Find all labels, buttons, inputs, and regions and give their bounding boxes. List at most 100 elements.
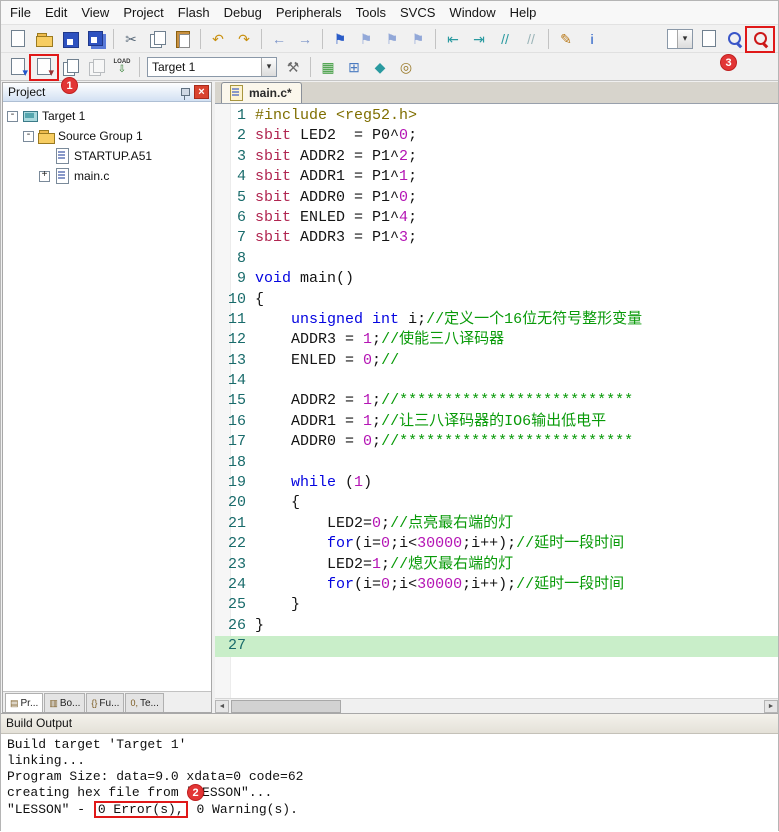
unindent-button[interactable]: ⇤ — [441, 27, 465, 51]
code-line[interactable]: 3sbit ADDR2 = P1^2; — [215, 147, 778, 167]
indent-button[interactable]: ⇥ — [467, 27, 491, 51]
target-select[interactable]: Target 1▾ — [147, 57, 277, 77]
code-line[interactable]: 4sbit ADDR1 = P1^1; — [215, 167, 778, 187]
menu-debug[interactable]: Debug — [217, 2, 269, 23]
line-number[interactable]: 24 — [215, 575, 255, 595]
line-number[interactable]: 20 — [215, 493, 255, 513]
code-line[interactable]: 14 — [215, 371, 778, 391]
code-line[interactable]: 9void main() — [215, 269, 778, 289]
next-bookmark-button[interactable]: ⚑ — [380, 27, 404, 51]
uncomment-selection-button[interactable]: // — [519, 27, 543, 51]
code-line[interactable]: 1#include <reg52.h> — [215, 106, 778, 126]
save-all-button[interactable] — [84, 27, 108, 51]
line-number[interactable]: 5 — [215, 188, 255, 208]
line-number[interactable]: 10 — [215, 290, 255, 310]
code-line[interactable]: 13 ENLED = 0;// — [215, 351, 778, 371]
code-line[interactable]: 5sbit ADDR0 = P1^0; — [215, 188, 778, 208]
menu-view[interactable]: View — [74, 2, 116, 23]
navigate-back-button[interactable]: ← — [267, 27, 291, 51]
code-line[interactable]: 18 — [215, 453, 778, 473]
close-icon[interactable]: × — [194, 85, 209, 99]
scroll-right-icon[interactable]: ► — [764, 700, 778, 713]
batch-build-button[interactable] — [84, 55, 108, 79]
code-line[interactable]: 17 ADDR0 = 0;//*************************… — [215, 432, 778, 452]
tree-item-source-group-1[interactable]: -Source Group 1 — [3, 126, 211, 146]
line-number[interactable]: 15 — [215, 391, 255, 411]
books-button[interactable]: ◎ — [394, 55, 418, 79]
tree-item-startup-a51[interactable]: STARTUP.A51 — [3, 146, 211, 166]
translate-button[interactable] — [6, 55, 30, 79]
options-for-target-button[interactable]: ⚒ — [281, 55, 305, 79]
line-number[interactable]: 19 — [215, 473, 255, 493]
line-number[interactable]: 23 — [215, 555, 255, 575]
line-number[interactable]: 4 — [215, 167, 255, 187]
code-line[interactable]: 26} — [215, 616, 778, 636]
line-number[interactable]: 14 — [215, 371, 255, 391]
line-number[interactable]: 13 — [215, 351, 255, 371]
menu-window[interactable]: Window — [442, 2, 502, 23]
find-button[interactable] — [697, 27, 721, 51]
line-number[interactable]: 17 — [215, 432, 255, 452]
code-line[interactable]: 8 — [215, 249, 778, 269]
menu-flash[interactable]: Flash — [171, 2, 217, 23]
chevron-down-icon[interactable]: ▾ — [261, 58, 276, 76]
code-line[interactable]: 10{ — [215, 290, 778, 310]
panel-tab-te[interactable]: 0,Te... — [125, 693, 163, 712]
previous-bookmark-button[interactable]: ⚑ — [354, 27, 378, 51]
manage-project-items-button[interactable]: ▦ — [316, 55, 340, 79]
menu-svcs[interactable]: SVCS — [393, 2, 442, 23]
build-button[interactable] — [32, 55, 56, 79]
manage-rte-button[interactable]: ⊞ — [342, 55, 366, 79]
collapse-toggle-icon[interactable]: - — [23, 131, 34, 142]
panel-tab-pr[interactable]: ▤Pr... — [5, 693, 43, 712]
line-number[interactable]: 6 — [215, 208, 255, 228]
menu-peripherals[interactable]: Peripherals — [269, 2, 349, 23]
quick-search[interactable]: ▾ — [667, 29, 693, 49]
undo-button[interactable]: ↶ — [206, 27, 230, 51]
menu-tools[interactable]: Tools — [349, 2, 393, 23]
save-button[interactable] — [58, 27, 82, 51]
comment-selection-button[interactable]: // — [493, 27, 517, 51]
code-line[interactable]: 24 for(i=0;i<30000;i++);//延时一段时间 — [215, 575, 778, 595]
line-number[interactable]: 25 — [215, 595, 255, 615]
code-line[interactable]: 25 } — [215, 595, 778, 615]
line-number[interactable]: 22 — [215, 534, 255, 554]
scrollbar-thumb[interactable] — [231, 700, 341, 713]
build-output-body[interactable]: Build target 'Target 1'linking...Program… — [1, 734, 778, 832]
horizontal-scrollbar[interactable]: ◄ ► — [215, 698, 778, 713]
panel-tab-fu[interactable]: {}Fu... — [86, 693, 124, 712]
code-line[interactable]: 11 unsigned int i;//定义一个16位无符号整形变量 — [215, 310, 778, 330]
line-number[interactable]: 3 — [215, 147, 255, 167]
line-number[interactable]: 8 — [215, 249, 255, 269]
tree-item-main-c[interactable]: +main.c — [3, 166, 211, 186]
code-line[interactable]: 21 LED2=0;//点亮最右端的灯 — [215, 514, 778, 534]
menu-file[interactable]: File — [3, 2, 38, 23]
paste-button[interactable] — [171, 27, 195, 51]
menu-help[interactable]: Help — [503, 2, 544, 23]
collapse-toggle-icon[interactable]: - — [7, 111, 18, 122]
copy-button[interactable] — [145, 27, 169, 51]
open-file-button[interactable] — [32, 27, 56, 51]
line-number[interactable]: 9 — [215, 269, 255, 289]
line-number[interactable]: 2 — [215, 126, 255, 146]
rebuild-button[interactable] — [58, 55, 82, 79]
code-line[interactable]: 6sbit ENLED = P1^4; — [215, 208, 778, 228]
navigate-forward-button[interactable]: → — [293, 27, 317, 51]
line-number[interactable]: 11 — [215, 310, 255, 330]
editor-tab-main-c[interactable]: main.c* — [221, 82, 302, 103]
expand-toggle-icon[interactable]: + — [39, 171, 50, 182]
menu-edit[interactable]: Edit — [38, 2, 74, 23]
help-info-button[interactable]: i — [580, 27, 604, 51]
chevron-down-icon[interactable]: ▾ — [677, 30, 692, 48]
code-line[interactable]: 16 ADDR1 = 1;//让三八译码器的IO6输出低电平 — [215, 412, 778, 432]
code-line[interactable]: 2sbit LED2 = P0^0; — [215, 126, 778, 146]
redo-button[interactable]: ↷ — [232, 27, 256, 51]
scroll-left-icon[interactable]: ◄ — [215, 700, 229, 713]
menu-project[interactable]: Project — [116, 2, 170, 23]
clear-bookmarks-button[interactable]: ⚑ — [406, 27, 430, 51]
code-line[interactable]: 23 LED2=1;//熄灭最右端的灯 — [215, 555, 778, 575]
code-line[interactable]: 22 for(i=0;i<30000;i++);//延时一段时间 — [215, 534, 778, 554]
find-in-files-button[interactable] — [749, 27, 773, 51]
line-number[interactable]: 18 — [215, 453, 255, 473]
code-line[interactable]: 12 ADDR3 = 1;//使能三八译码器 — [215, 330, 778, 350]
